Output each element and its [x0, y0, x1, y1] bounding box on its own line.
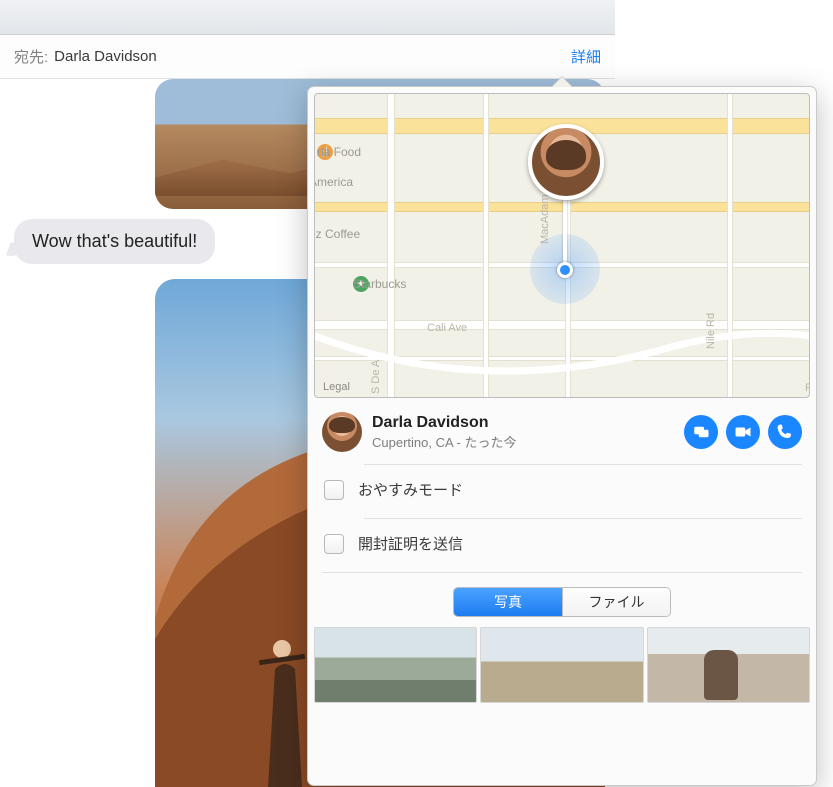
- map-legal-link[interactable]: Legal: [323, 381, 350, 393]
- read-receipts-checkbox[interactable]: [324, 534, 344, 554]
- attachments-grid: [308, 627, 816, 703]
- map-poi-label: lz Coffee: [314, 227, 360, 241]
- window-titlebar: [0, 0, 615, 35]
- video-icon: [734, 423, 752, 441]
- conversation-header: 宛先: Darla Davidson 詳細: [0, 35, 615, 79]
- screen-share-icon: [692, 423, 710, 441]
- audio-call-button[interactable]: [768, 415, 802, 449]
- to-label: 宛先:: [14, 46, 48, 67]
- attachments-segmented-control: 写真 ファイル: [453, 587, 671, 617]
- attachment-thumbnail[interactable]: [314, 627, 477, 703]
- map-poi-label: America: [314, 175, 353, 189]
- incoming-message-bubble[interactable]: Wow that's beautiful!: [14, 219, 215, 264]
- contact-avatar[interactable]: [322, 412, 362, 452]
- do-not-disturb-row[interactable]: おやすみモード: [308, 465, 816, 514]
- do-not-disturb-label: おやすみモード: [358, 479, 463, 500]
- read-receipts-row[interactable]: 開封証明を送信: [308, 519, 816, 568]
- map-poi-label: na Food: [317, 145, 361, 159]
- contact-timestamp: たった今: [465, 435, 517, 450]
- contact-location: Cupertino, CA: [372, 435, 453, 450]
- map-road-label: Cali Ave: [427, 322, 467, 334]
- read-receipts-label: 開封証明を送信: [358, 533, 463, 554]
- message-text: Wow that's beautiful!: [32, 231, 197, 251]
- do-not-disturb-checkbox[interactable]: [324, 480, 344, 500]
- contact-location-line: Cupertino, CA - たった今: [372, 432, 517, 451]
- map-road-label: Rd: [805, 382, 810, 394]
- map-road-label: S De A: [370, 360, 382, 394]
- attachment-thumbnail[interactable]: [480, 627, 643, 703]
- video-call-button[interactable]: [726, 415, 760, 449]
- contact-avatar-pin[interactable]: [528, 124, 604, 200]
- map-road-label: Nile Rd: [705, 313, 717, 349]
- screen-share-button[interactable]: [684, 415, 718, 449]
- map-poi-label: Starbucks: [353, 277, 406, 291]
- current-location-dot: [557, 262, 573, 278]
- phone-icon: [776, 423, 794, 441]
- details-popover: 🍴na Food America lz Coffee ★Starbucks Ca…: [307, 86, 817, 786]
- tab-files[interactable]: ファイル: [562, 588, 670, 616]
- recipient-name[interactable]: Darla Davidson: [54, 48, 157, 65]
- tab-photos[interactable]: 写真: [454, 588, 562, 616]
- attachment-thumbnail[interactable]: [647, 627, 810, 703]
- contact-summary-row: Darla Davidson Cupertino, CA - たった今: [308, 404, 816, 460]
- contact-name: Darla Davidson: [372, 414, 517, 432]
- location-pin-stem: [563, 197, 567, 265]
- details-button[interactable]: 詳細: [571, 46, 601, 67]
- location-map[interactable]: 🍴na Food America lz Coffee ★Starbucks Ca…: [314, 93, 810, 398]
